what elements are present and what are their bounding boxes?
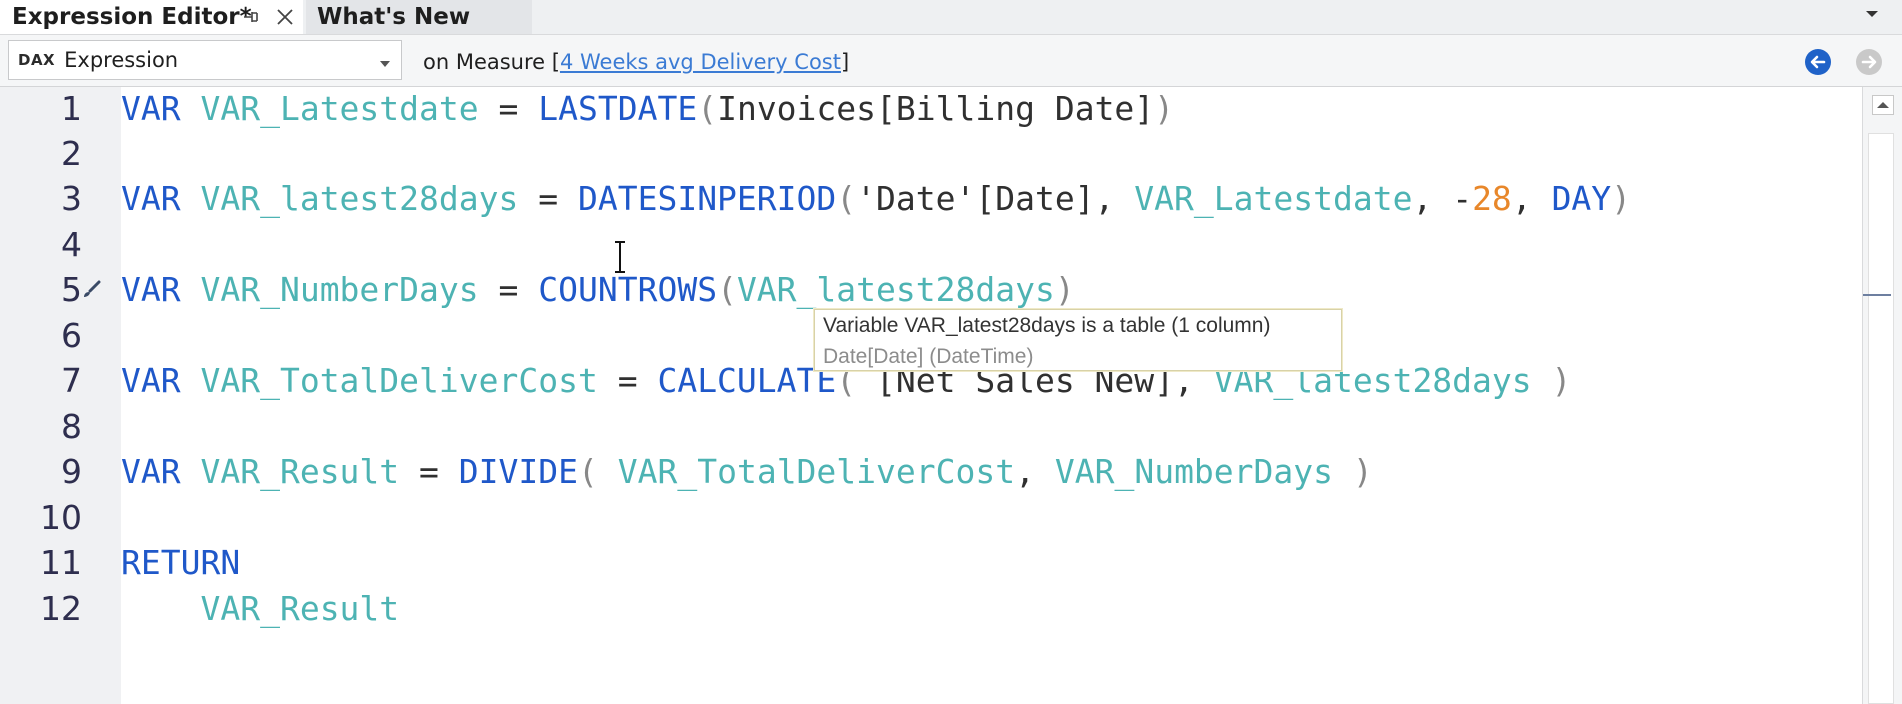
context-prefix: on Measure [ [423,50,560,74]
function: LASTDATE [538,89,698,128]
editor-toolbar: DAX Expression on Measure [4 Weeks avg D… [0,35,1902,87]
argument: , - [1412,179,1473,218]
keyword: RETURN [121,543,241,582]
line-number: 2 [61,134,82,173]
context-suffix: ] [840,50,850,74]
operator: = [399,452,459,491]
selector-value: Expression [64,48,179,72]
variable: VAR_TotalDeliverCost [617,452,1016,491]
code-line-1: VAR VAR_Latestdate = LASTDATE(Invoices[B… [121,89,1175,128]
code-editor[interactable]: 1 2 3 4 5 6 7 8 9 10 11 12 VAR VAR_Lates… [0,87,1902,704]
text-cursor-icon [611,240,629,274]
back-arrow-icon[interactable] [1804,48,1832,76]
chevron-down-icon[interactable] [1864,6,1880,22]
function: DIVIDE [458,452,578,491]
keyword: VAR [121,361,181,400]
tooltip-detail: Date[Date] (DateTime) [823,345,1034,368]
keyword: VAR [121,179,181,218]
tab-expression-editor[interactable]: Expression Editor* [0,0,303,34]
argument: Invoices[Billing Date] [717,89,1155,128]
line-number: 7 [61,361,82,400]
operator: = [478,270,539,309]
line-number: 8 [61,407,82,446]
line-number: 6 [61,316,82,355]
operator: = [597,361,658,400]
function: DATESINPERIOD [577,179,837,218]
function: COUNTROWS [538,270,718,309]
tab-title: Expression Editor* [12,4,252,30]
keyword: VAR [121,270,181,309]
variable: VAR_NumberDays [1054,452,1334,491]
line-number: 12 [40,589,82,628]
code-line-11: RETURN [121,541,240,585]
tooltip-title: Variable VAR_latest28days is a table (1 … [823,314,1271,337]
number: 28 [1472,179,1512,218]
expression-selector[interactable]: DAX Expression [8,40,402,80]
vertical-scrollbar[interactable] [1862,87,1902,704]
code-line-12: VAR_Result [121,587,399,631]
dax-badge: DAX [18,51,56,69]
document-tab-bar: Expression Editor* What's New [0,0,1902,35]
line-number: 4 [61,225,82,264]
line-number: 1 [61,89,82,128]
scroll-up-icon[interactable] [1872,95,1894,115]
argument: , [1511,179,1552,218]
operator: = [518,179,578,218]
variable: VAR_Result [200,452,400,491]
code-line-3: VAR VAR_latest28days = DATESINPERIOD('Da… [121,179,1632,218]
variable: VAR_Latestdate [200,89,479,128]
variable: VAR_Latestdate [1134,179,1413,218]
forward-arrow-icon[interactable] [1855,48,1883,76]
tab-title: What's New [317,4,471,30]
variable-tooltip: Variable VAR_latest28days is a table (1 … [814,309,1342,371]
variable: VAR_latest28days [736,270,1055,309]
keyword: VAR [121,89,181,128]
argument: , [1015,452,1055,491]
line-number: 9 [61,452,82,491]
code-line-5: VAR VAR_NumberDays = COUNTROWS(VAR_lates… [121,270,1075,309]
argument: 'Date'[Date], [856,179,1135,218]
operator: = [478,89,539,128]
keyword: DAY [1551,179,1612,218]
pin-icon[interactable] [238,3,264,31]
variable: VAR_Result [200,589,400,628]
line-number: 10 [40,498,82,537]
scroll-marker [1863,294,1891,296]
variable: VAR_TotalDeliverCost [200,361,598,400]
keyword: VAR [121,452,181,491]
variable: VAR_latest28days [200,179,519,218]
line-number: 5 [61,270,82,309]
code-line-9: VAR VAR_Result = DIVIDE( VAR_TotalDelive… [121,452,1373,491]
measure-context: on Measure [4 Weeks avg Delivery Cost] [423,50,849,74]
function: CALCULATE [657,361,837,400]
variable: VAR_NumberDays [200,270,479,309]
tab-whats-new[interactable]: What's New [306,0,532,34]
measure-link[interactable]: 4 Weeks avg Delivery Cost [560,50,841,74]
brush-icon [80,280,102,302]
chevron-down-icon[interactable] [379,55,391,67]
line-number: 11 [40,543,82,582]
close-icon[interactable] [272,3,298,31]
line-number: 3 [61,179,82,218]
scroll-thumb[interactable] [1868,133,1894,704]
